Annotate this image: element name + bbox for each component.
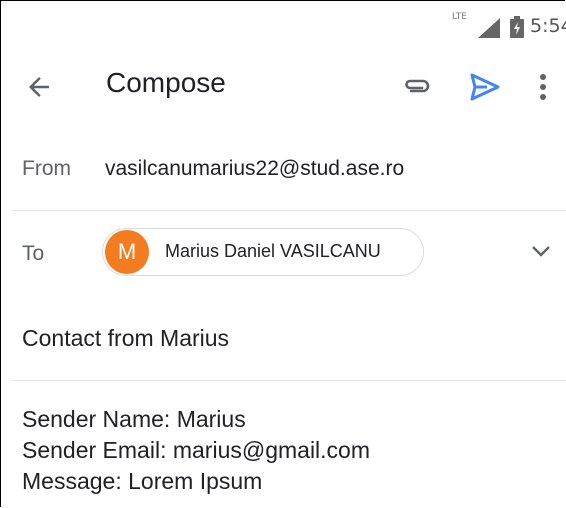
recipient-chip[interactable]: M Marius Daniel VASILCANU (102, 228, 424, 276)
divider (12, 380, 566, 381)
page-title: Compose (106, 67, 226, 98)
avatar: M (105, 230, 149, 274)
from-row: From vasilcanumarius22@stud.ase.ro (0, 140, 566, 204)
signal-icon (478, 18, 500, 38)
subject-field[interactable]: Contact from Marius (22, 325, 229, 352)
send-icon[interactable] (469, 72, 501, 102)
arrow-back-icon[interactable] (24, 72, 54, 102)
paperclip-icon[interactable] (402, 74, 432, 96)
chevron-down-icon[interactable] (530, 244, 552, 258)
app-bar: Compose (0, 56, 566, 120)
body-line: Sender Email: marius@gmail.com (22, 437, 371, 463)
more-vert-icon[interactable] (538, 72, 548, 102)
message-body[interactable]: Sender Name: Marius Sender Email: marius… (22, 404, 370, 497)
body-line: Message: Lorem Ipsum (22, 468, 263, 494)
from-address[interactable]: vasilcanumarius22@stud.ase.ro (105, 157, 404, 181)
clock: 5:54 (530, 15, 566, 37)
to-label: To (22, 242, 45, 265)
network-type: LTE (452, 12, 467, 22)
body-line: Sender Name: Marius (22, 406, 246, 432)
from-label: From (22, 157, 71, 180)
to-row: To M Marius Daniel VASILCANU (0, 222, 566, 286)
divider (12, 210, 566, 211)
recipient-name: Marius Daniel VASILCANU (165, 241, 381, 261)
status-bar: LTE 5:54 (0, 0, 566, 50)
battery-icon (510, 16, 524, 38)
